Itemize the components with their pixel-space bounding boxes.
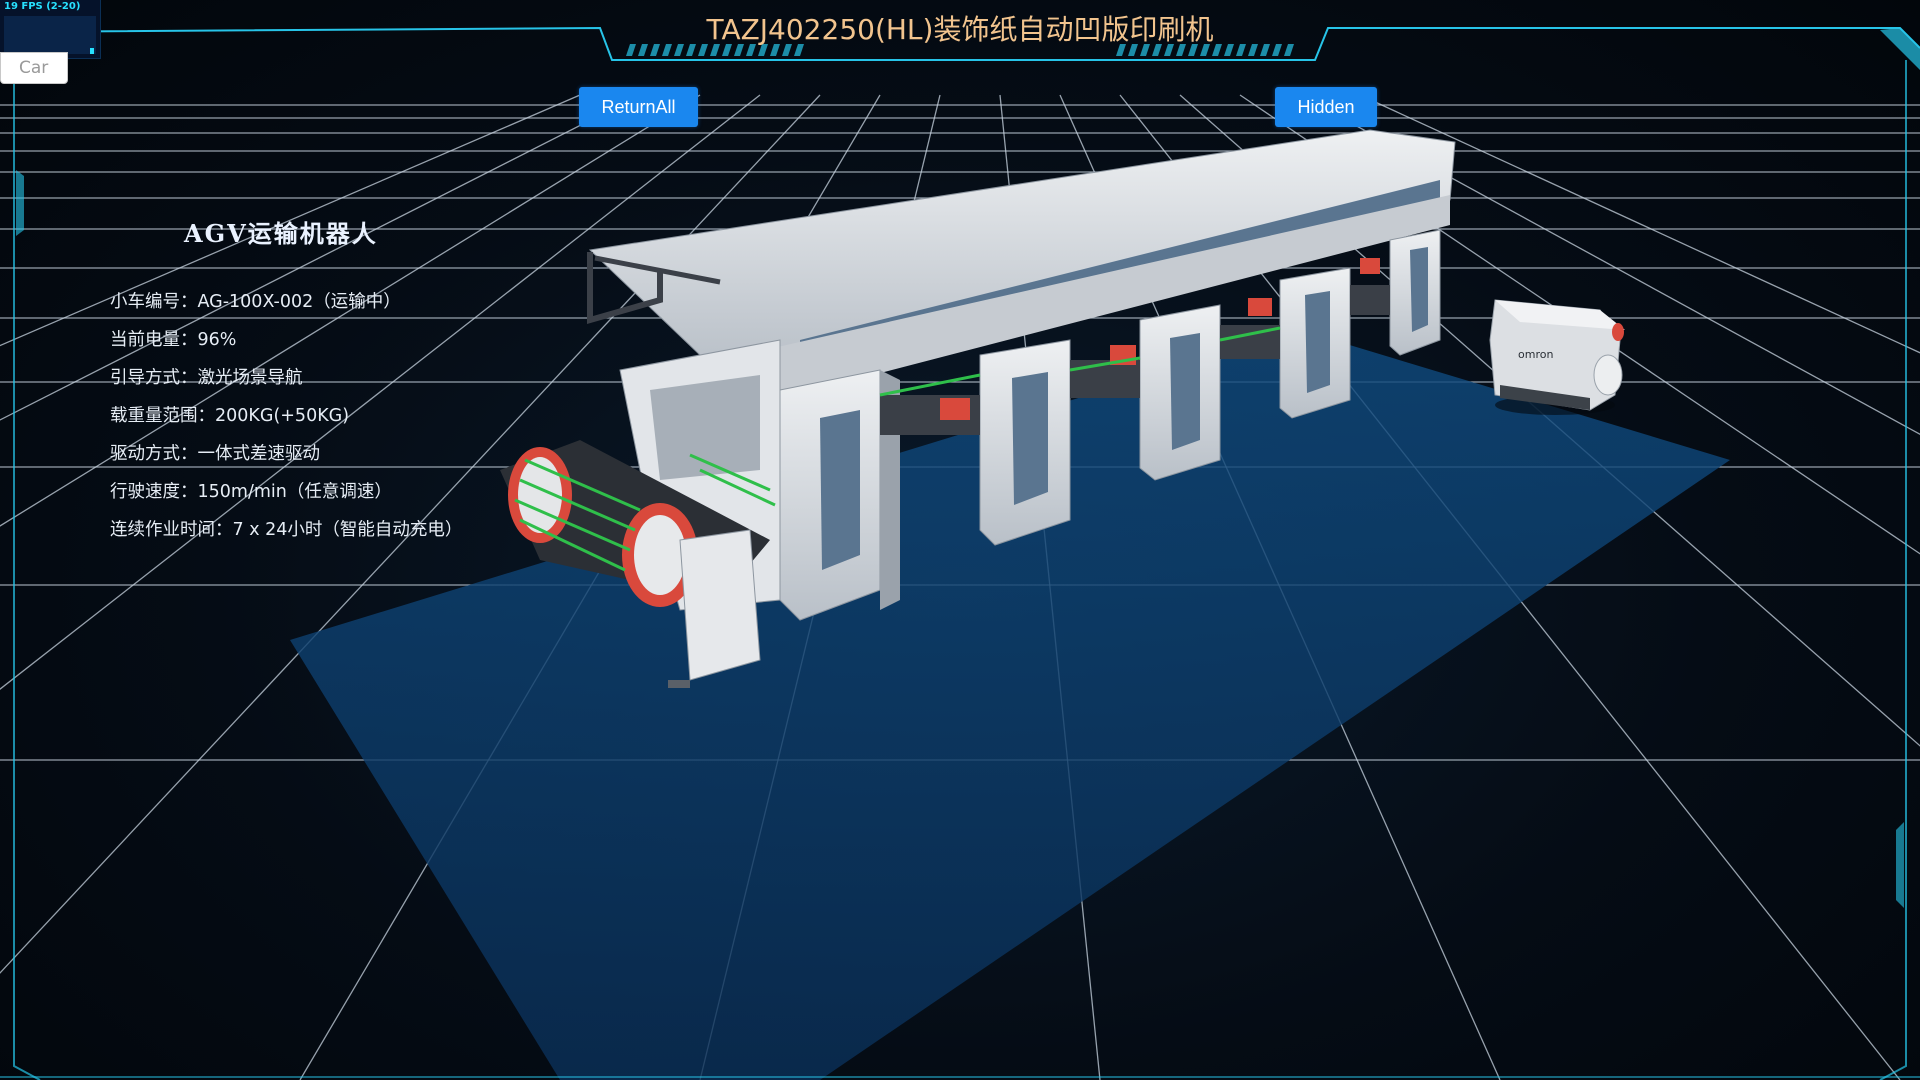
- agv-robot-model[interactable]: omron: [1489, 299, 1625, 415]
- agv-info-title: AGV运输机器人: [184, 219, 378, 248]
- fps-graph-bar: [90, 48, 94, 54]
- agv-brand-label: omron: [1518, 348, 1553, 361]
- car-select[interactable]: Car: [0, 52, 68, 84]
- agv-info-row-car-id: 小车编号：AG-100X-002（运输中）: [110, 292, 401, 312]
- fps-monitor: 19 FPS (2-20): [0, 0, 101, 59]
- return-all-button[interactable]: ReturnAll: [579, 87, 698, 127]
- page-title: TAZJ402250(HL)装饰纸自动凹版印刷机: [706, 13, 1214, 46]
- agv-info-row-battery: 当前电量：96%: [110, 330, 237, 350]
- agv-info-row-speed: 行驶速度：150m/min（任意调速）: [110, 482, 392, 502]
- agv-info-row-guidance: 引导方式：激光场景导航: [110, 368, 303, 388]
- agv-info-row-runtime: 连续作业时间：7 x 24小时（智能自动充电）: [110, 520, 463, 540]
- machine-unit-4: [1279, 267, 1351, 419]
- fps-graph: [4, 16, 96, 54]
- machine-unit-3: [1139, 304, 1221, 481]
- agv-info-panel: AGV运输机器人 小车编号：AG-100X-002（运输中） 当前电量：96% …: [100, 210, 500, 550]
- agv-info-row-drive: 驱动方式：一体式差速驱动: [110, 444, 320, 464]
- machine-unit-5: [1389, 229, 1441, 356]
- agv-info-row-load: 载重量范围：200KG(+50KG): [110, 406, 350, 426]
- fps-counter: 19 FPS (2-20): [4, 1, 81, 12]
- hidden-button[interactable]: Hidden: [1275, 87, 1377, 127]
- machine-unit-2: [979, 339, 1071, 546]
- scene-viewport[interactable]: omron 19 FPS (2-20) Car TAZJ402250(HL)装饰…: [0, 0, 1920, 1080]
